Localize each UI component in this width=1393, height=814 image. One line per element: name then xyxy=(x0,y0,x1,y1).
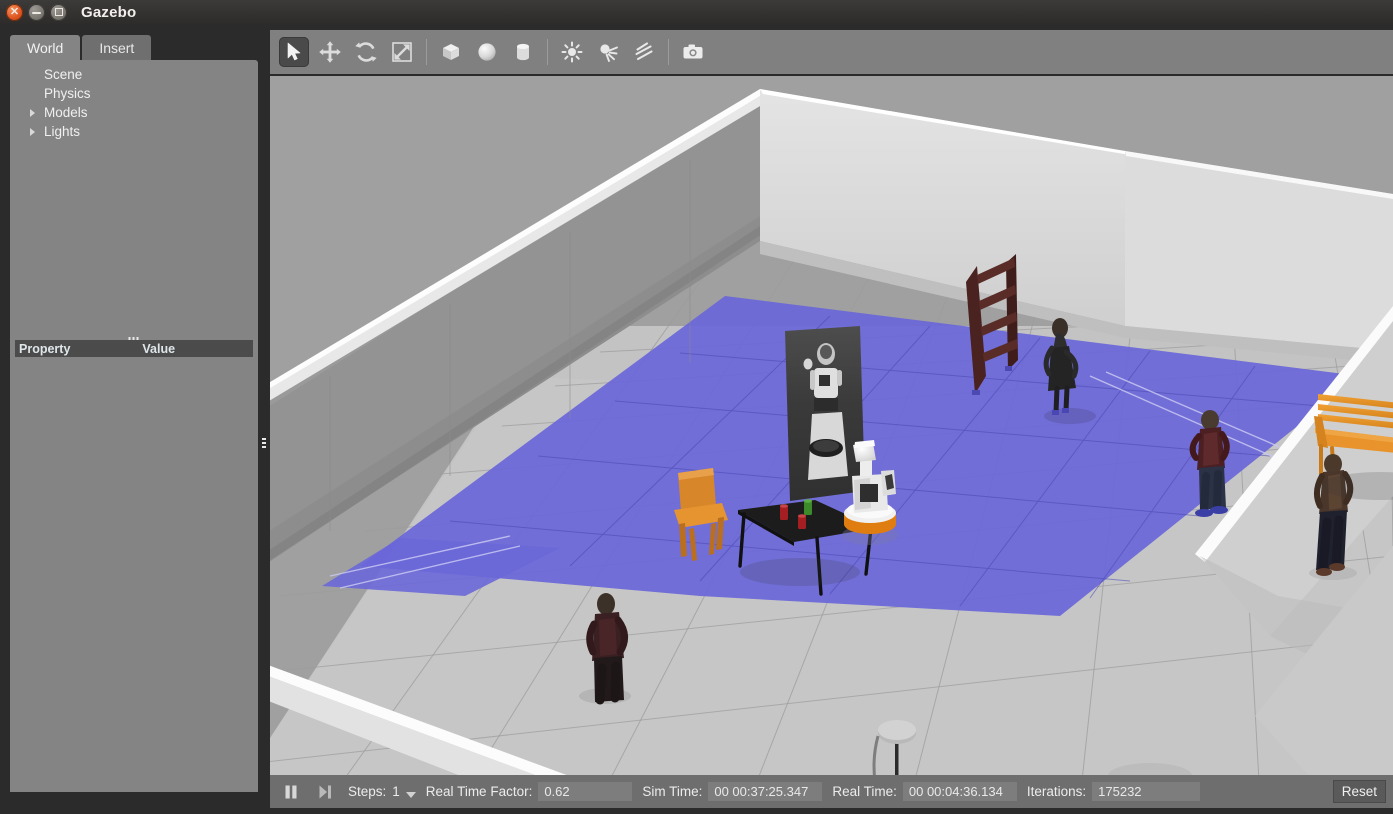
box-icon xyxy=(439,40,463,64)
window-title: Gazebo xyxy=(81,4,136,21)
world-tree: Scene Physics Models Lights xyxy=(10,60,258,332)
translate-mode-button[interactable] xyxy=(315,37,345,67)
iterations-label: Iterations: xyxy=(1027,784,1086,799)
splitter-grip-icon xyxy=(262,438,266,449)
real-time-factor-label: Real Time Factor: xyxy=(426,784,533,799)
steps-label: Steps: xyxy=(348,784,386,799)
scale-diagonal-icon xyxy=(390,40,414,64)
tree-item-models[interactable]: Models xyxy=(10,103,258,122)
tab-insert-label: Insert xyxy=(99,40,134,56)
reset-button-label: Reset xyxy=(1342,784,1377,799)
maximize-icon[interactable] xyxy=(50,4,67,21)
tree-item-label: Scene xyxy=(41,67,82,82)
can-green xyxy=(804,499,812,515)
tree-item-scene[interactable]: Scene xyxy=(10,65,258,84)
rotate-arrows-icon xyxy=(354,40,378,64)
toolbar-separator xyxy=(547,39,548,65)
tree-item-lights[interactable]: Lights xyxy=(10,122,258,141)
insert-directional-light-button[interactable] xyxy=(629,37,659,67)
insert-point-light-button[interactable] xyxy=(557,37,587,67)
toolbar-separator xyxy=(668,39,669,65)
step-forward-button[interactable] xyxy=(312,779,338,805)
scene-render xyxy=(270,76,1393,799)
insert-sphere-button[interactable] xyxy=(472,37,502,67)
cursor-arrow-icon xyxy=(283,41,305,63)
tree-item-label: Models xyxy=(41,105,88,120)
chevron-right-icon xyxy=(28,69,39,80)
can-red-2 xyxy=(798,514,806,529)
step-forward-icon xyxy=(316,783,334,801)
insert-cylinder-button[interactable] xyxy=(508,37,538,67)
render-toolbar xyxy=(270,30,1393,74)
left-dock-panel: World Insert Scene Physics Models Lights xyxy=(0,24,270,814)
tab-world[interactable]: World xyxy=(10,35,80,60)
chevron-right-icon[interactable] xyxy=(28,126,39,137)
column-header-value: Value xyxy=(138,342,175,356)
column-header-property: Property xyxy=(15,342,70,356)
tree-item-label: Physics xyxy=(41,86,91,101)
steps-value[interactable]: 1 xyxy=(392,784,400,799)
screenshot-button[interactable] xyxy=(678,37,708,67)
tab-insert[interactable]: Insert xyxy=(82,35,151,60)
gazebo-3d-viewport[interactable] xyxy=(270,76,1393,799)
wall-poster xyxy=(785,326,865,501)
pause-icon xyxy=(282,783,300,801)
can-red-1 xyxy=(780,504,788,520)
minimize-icon[interactable] xyxy=(28,4,45,21)
cylinder-icon xyxy=(511,40,535,64)
insert-box-button[interactable] xyxy=(436,37,466,67)
iterations-value: 175232 xyxy=(1092,782,1200,801)
world-tab-content: Scene Physics Models Lights Property Val… xyxy=(10,60,258,792)
point-light-icon xyxy=(560,40,584,64)
left-panel-tabs: World Insert xyxy=(10,35,151,60)
toolbar-separator xyxy=(426,39,427,65)
sphere-icon xyxy=(475,40,499,64)
tab-world-label: World xyxy=(27,40,63,56)
real-time-label: Real Time: xyxy=(832,784,897,799)
scale-mode-button[interactable] xyxy=(387,37,417,67)
directional-light-icon xyxy=(632,40,656,64)
real-time-factor-value: 0.62 xyxy=(538,782,632,801)
rotate-mode-button[interactable] xyxy=(351,37,381,67)
tree-item-label: Lights xyxy=(41,124,80,139)
simulation-status-bar: Steps: 1 Real Time Factor: 0.62 Sim Time… xyxy=(270,775,1393,808)
title-bar: ✕ Gazebo xyxy=(0,0,1393,24)
select-mode-button[interactable] xyxy=(279,37,309,67)
close-icon[interactable]: ✕ xyxy=(6,4,23,21)
render-area: Steps: 1 Real Time Factor: 0.62 Sim Time… xyxy=(270,24,1393,814)
insert-spot-light-button[interactable] xyxy=(593,37,623,67)
reset-button[interactable]: Reset xyxy=(1333,780,1386,803)
pause-button[interactable] xyxy=(278,779,304,805)
chevron-down-icon[interactable] xyxy=(406,792,416,798)
property-table-body[interactable] xyxy=(15,357,253,786)
sim-time-label: Sim Time: xyxy=(642,784,702,799)
property-table-header: Property Value xyxy=(15,340,253,357)
move-arrows-icon xyxy=(318,40,342,64)
spot-light-icon xyxy=(596,40,620,64)
main-splitter-vertical[interactable] xyxy=(258,24,270,814)
tree-item-physics[interactable]: Physics xyxy=(10,84,258,103)
camera-icon xyxy=(681,40,705,64)
chevron-right-icon[interactable] xyxy=(28,107,39,118)
real-time-value: 00 00:04:36.134 xyxy=(903,782,1017,801)
sim-time-value: 00 00:37:25.347 xyxy=(708,782,822,801)
chevron-right-icon xyxy=(28,88,39,99)
